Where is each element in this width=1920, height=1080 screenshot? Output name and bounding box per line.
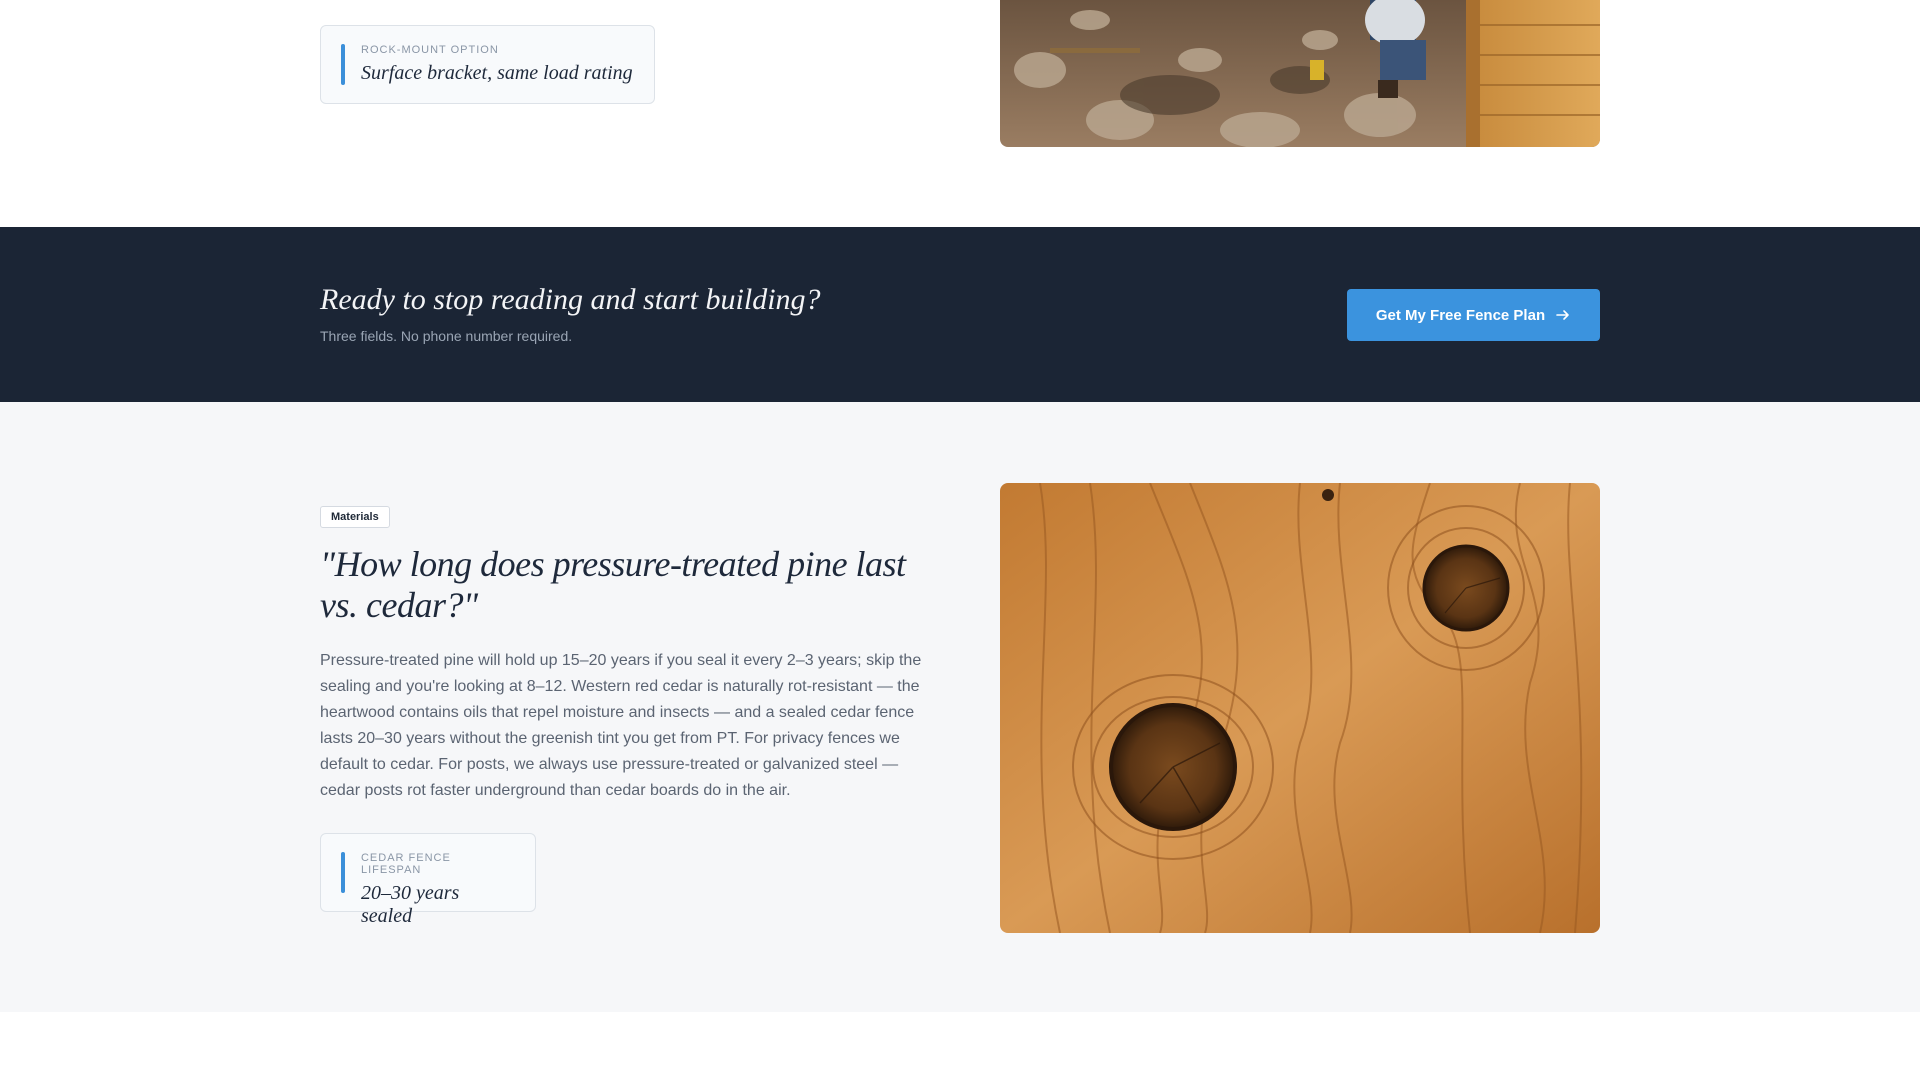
wood-grain-image <box>1000 483 1600 933</box>
top-section: ROCK-MOUNT OPTION Surface bracket, same … <box>0 0 1920 227</box>
rock-mount-stat-card: ROCK-MOUNT OPTION Surface bracket, same … <box>320 25 655 104</box>
cedar-wood-photo <box>1000 483 1600 933</box>
cta-title: Ready to stop reading and start building… <box>320 283 821 316</box>
category-tag: Materials <box>320 506 390 528</box>
fence-install-image <box>1000 0 1600 147</box>
fence-install-photo <box>1000 0 1600 147</box>
cta-subtitle: Three fields. No phone number required. <box>320 328 573 344</box>
stat-value: Surface bracket, same load rating <box>361 62 633 84</box>
arrow-right-icon <box>1555 307 1571 323</box>
cedar-lifespan-stat-card: CEDAR FENCE LIFESPAN 20–30 years sealed <box>320 833 536 927</box>
accent-bar <box>341 852 345 893</box>
cta-band: Ready to stop reading and start building… <box>0 227 1920 402</box>
materials-section: Materials "How long does pressure-treate… <box>0 402 1920 1012</box>
stat-text: CEDAR FENCE LIFESPAN 20–30 years sealed <box>360 852 515 927</box>
faq-question: "How long does pressure-treated pine las… <box>320 544 906 625</box>
accent-bar <box>341 44 345 85</box>
faq-answer: Pressure-treated pine will hold up 15–20… <box>320 652 922 799</box>
stat-label: ROCK-MOUNT OPTION <box>361 44 499 56</box>
stat-text: ROCK-MOUNT OPTION Surface bracket, same … <box>361 44 633 85</box>
get-fence-plan-button[interactable]: Get My Free Fence Plan <box>1347 289 1600 341</box>
button-label: Get My Free Fence Plan <box>1375 306 1546 324</box>
stat-label: CEDAR FENCE LIFESPAN <box>360 852 451 876</box>
stat-value: 20–30 years sealed <box>360 882 460 927</box>
